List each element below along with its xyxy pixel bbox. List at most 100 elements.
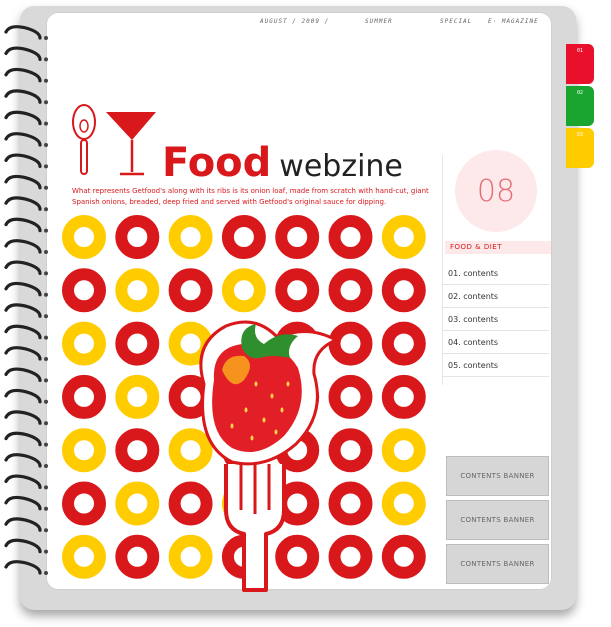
binding-hole [44,528,48,533]
pattern-ring [275,268,320,313]
pattern-ring [381,321,426,366]
binding-ring [4,260,42,275]
binding-ring [4,538,42,554]
binding-hole [44,378,48,383]
title-webzine: webzine [279,149,403,184]
pattern-ring [381,268,426,313]
spiral-binding [4,25,48,575]
binding-hole [44,549,48,554]
contents-item[interactable]: 05. contents [443,354,549,377]
binding-ring [4,217,42,233]
contents-banner-1[interactable]: CONTENTS BANNER [446,456,549,496]
binding-hole [44,271,48,276]
pattern-ring [62,534,106,579]
binding-hole [44,314,48,319]
binding-hole [44,143,48,147]
binding-hole [44,464,48,468]
pattern-ring [62,321,106,366]
pattern-ring [168,268,213,313]
binding-ring [4,517,42,532]
binding-hole [44,399,48,404]
title-food: Food [162,140,272,186]
binding-ring [4,303,42,318]
binding-ring [4,495,42,511]
binding-hole [44,100,48,105]
binding-ring [4,196,42,211]
tagline: What represents Getfood's along with its… [72,187,429,206]
binding-ring [4,239,42,254]
binding-hole [44,250,48,254]
issue-header: AUGUST / 2009 / SUMMER SPECIAL E· MAGAZI… [260,18,560,30]
tab-02[interactable]: 02 [566,86,594,126]
pattern-ring [115,321,160,366]
contents-item[interactable]: 03. contents [443,308,549,331]
pattern-ring [62,215,106,259]
issue-date: AUGUST / 2009 / [260,18,330,25]
binding-hole [44,292,48,297]
tab-01[interactable]: 01 [566,44,594,84]
special-link[interactable]: SPECIAL [440,18,472,25]
pattern-ring [381,481,426,526]
pattern-ring [115,374,160,419]
contents-item[interactable]: 01. contents [443,262,549,285]
binding-hole [44,121,48,126]
pattern-ring [221,215,266,259]
binding-ring [4,25,42,40]
binding-hole [44,207,48,212]
pattern-ring [381,374,426,419]
contents-item[interactable]: 02. contents [443,285,549,308]
tab-03[interactable]: 03 [566,128,594,168]
binding-hole [44,571,48,575]
binding-ring [4,46,42,61]
category-label: FOOD & DIET [445,241,551,254]
spoon-icon [72,104,96,175]
pattern-ring [381,534,426,579]
contents-item[interactable]: 04. contents [443,331,549,354]
binding-ring [4,324,42,340]
binding-hole [44,421,48,426]
webzine-title: Food webzine [162,140,403,186]
binding-hole [44,335,48,340]
binding-ring [4,474,42,489]
pattern-ring [62,481,106,526]
binding-ring [4,346,42,361]
binding-hole [44,357,48,361]
pattern-ring [381,428,426,473]
pattern-ring [168,215,213,259]
binding-ring [4,410,42,425]
binding-ring [4,132,42,147]
binding-ring [4,110,42,126]
pattern-ring [115,481,160,526]
binding-ring [4,281,42,297]
binding-ring [4,453,42,468]
contents-banner-3[interactable]: CONTENTS BANNER [446,544,549,584]
pattern-ring [115,534,160,579]
binding-ring [4,67,42,83]
strawberry-fork-image [199,320,340,592]
contents-list: 01. contents 02. contents 03. contents 0… [443,262,549,377]
pattern-ring [115,428,160,473]
binding-hole [44,185,48,190]
pattern-ring [62,374,106,419]
issue-number-badge: 08 [455,150,537,232]
binding-hole [44,36,48,40]
binding-ring [4,560,42,575]
pattern-ring [275,215,320,259]
magazine-link[interactable]: E· MAGAZINE [488,18,539,25]
pattern-ring [221,268,266,313]
binding-ring [4,89,42,104]
pattern-ring [62,428,106,473]
binding-ring [4,174,42,190]
pattern-ring [381,215,426,259]
binding-hole [44,57,48,62]
binding-hole [44,506,48,511]
binding-hole [44,442,48,447]
binding-ring [4,367,42,382]
pattern-ring [115,215,160,259]
issue-season: SUMMER [365,18,393,25]
pattern-ring [328,268,373,313]
binding-hole [44,485,48,490]
contents-banner-2[interactable]: CONTENTS BANNER [446,500,549,540]
binding-ring [4,153,42,168]
binding-ring [4,388,42,404]
